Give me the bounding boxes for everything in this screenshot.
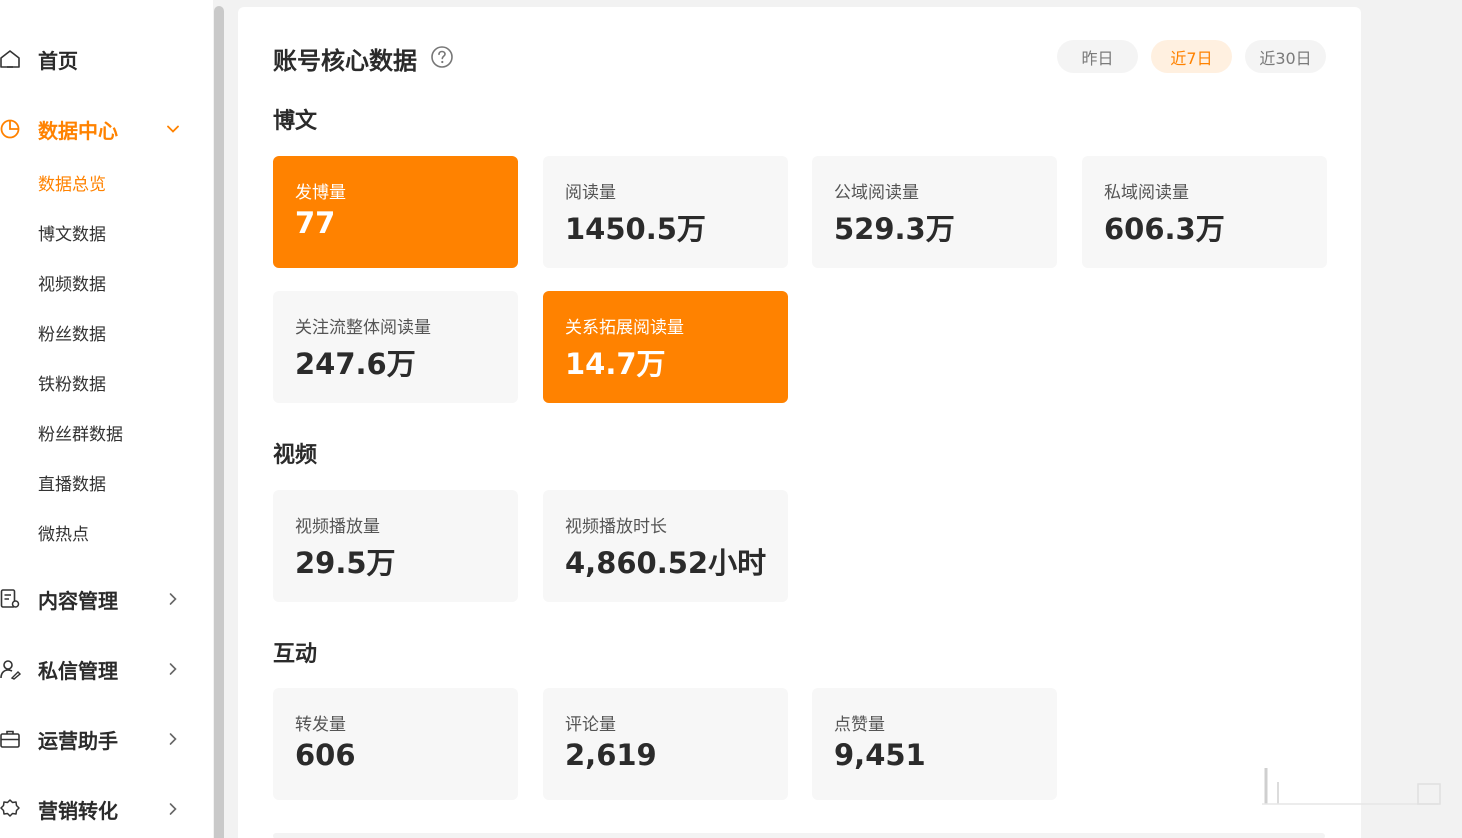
sidebar-item-label: 内容管理 (38, 588, 118, 613)
sidebar-subitem-fan-group-data[interactable]: 粉丝群数据 (38, 420, 123, 446)
sidebar-item-label: 首页 (38, 48, 78, 73)
chevron-right-icon[interactable] (164, 590, 182, 608)
stat-label: 私域阅读量 (1104, 183, 1189, 203)
page-title: 账号核心数据 (273, 47, 417, 75)
stat-card-reposts[interactable]: 转发量 606 (273, 688, 518, 800)
sidebar-subitem-iron-fans-data[interactable]: 铁粉数据 (38, 370, 106, 396)
stat-label: 关注流整体阅读量 (295, 318, 431, 338)
watermark-graphic (1238, 766, 1448, 816)
stat-card-private-read-count[interactable]: 私域阅读量 606.3万 (1082, 156, 1327, 268)
help-icon[interactable] (430, 45, 454, 69)
sidebar: 首页 数据中心 数据总览 博文数据 视频数据 粉丝数据 铁粉数据 粉丝群数据 直… (0, 0, 213, 838)
user-edit-icon (0, 657, 22, 681)
sidebar-item-operation-assistant[interactable]: 运营助手 (0, 717, 200, 761)
chevron-right-icon[interactable] (164, 730, 182, 748)
stat-card-video-plays[interactable]: 视频播放量 29.5万 (273, 490, 518, 602)
section-title-video: 视频 (273, 443, 318, 468)
stat-value: 2,619 (565, 738, 657, 772)
sidebar-item-data-center[interactable]: 数据中心 (0, 107, 200, 151)
range-7-days-button[interactable]: 近7日 (1151, 40, 1232, 73)
stat-label: 关系拓展阅读量 (565, 318, 684, 338)
stat-label: 点赞量 (834, 715, 885, 735)
stat-value: 247.6万 (295, 347, 416, 381)
sidebar-item-label: 运营助手 (38, 728, 118, 753)
sidebar-subitem-live-data[interactable]: 直播数据 (38, 470, 106, 496)
section-title-weibo: 博文 (273, 109, 318, 134)
sidebar-item-label: 私信管理 (38, 658, 118, 683)
sidebar-item-label: 营销转化 (38, 798, 118, 823)
stat-card-follow-feed-read-count[interactable]: 关注流整体阅读量 247.6万 (273, 291, 518, 403)
stat-card-post-count[interactable]: 发博量 77 (273, 156, 518, 268)
sidebar-item-message-management[interactable]: 私信管理 (0, 647, 200, 691)
stat-value: 4,860.52小时 (565, 546, 767, 580)
sidebar-subitem-fans-data[interactable]: 粉丝数据 (38, 320, 106, 346)
stat-card-public-read-count[interactable]: 公域阅读量 529.3万 (812, 156, 1057, 268)
sidebar-subitem-micro-hotspot[interactable]: 微热点 (38, 520, 89, 546)
stat-value: 1450.5万 (565, 212, 706, 246)
stat-card-read-count[interactable]: 阅读量 1450.5万 (543, 156, 788, 268)
sidebar-scrollbar[interactable] (214, 6, 224, 838)
chevron-down-icon[interactable] (164, 120, 182, 138)
stat-label: 视频播放时长 (565, 517, 667, 537)
stat-value: 14.7万 (565, 347, 666, 381)
stat-label: 转发量 (295, 715, 346, 735)
stat-value: 606 (295, 738, 356, 772)
stat-value: 529.3万 (834, 212, 955, 246)
briefcase-icon (0, 727, 22, 751)
stat-label: 公域阅读量 (834, 183, 919, 203)
sidebar-subitem-weibo-data[interactable]: 博文数据 (38, 220, 106, 246)
pie-chart-icon (0, 117, 22, 141)
section-divider (273, 833, 1325, 838)
stat-value: 9,451 (834, 738, 926, 772)
stat-card-relation-expand-read-count[interactable]: 关系拓展阅读量 14.7万 (543, 291, 788, 403)
sidebar-item-label: 数据中心 (38, 118, 118, 143)
sidebar-item-marketing-conversion[interactable]: 营销转化 (0, 787, 200, 831)
range-30-days-button[interactable]: 近30日 (1245, 40, 1326, 73)
stat-card-likes[interactable]: 点赞量 9,451 (812, 688, 1057, 800)
document-settings-icon (0, 587, 22, 611)
stat-value: 29.5万 (295, 546, 396, 580)
stat-value: 77 (295, 206, 336, 240)
chevron-right-icon[interactable] (164, 800, 182, 818)
section-title-interaction: 互动 (273, 642, 318, 667)
stat-label: 发博量 (295, 183, 346, 203)
gear-icon (0, 797, 22, 821)
stat-card-comments[interactable]: 评论量 2,619 (543, 688, 788, 800)
sidebar-subitem-overview[interactable]: 数据总览 (38, 170, 106, 196)
sidebar-item-content-management[interactable]: 内容管理 (0, 577, 200, 621)
sidebar-item-home[interactable]: 首页 (0, 37, 200, 81)
stat-value: 606.3万 (1104, 212, 1225, 246)
stat-label: 评论量 (565, 715, 616, 735)
range-yesterday-button[interactable]: 昨日 (1057, 40, 1138, 73)
chevron-right-icon[interactable] (164, 660, 182, 678)
stat-label: 视频播放量 (295, 517, 380, 537)
sidebar-subitem-video-data[interactable]: 视频数据 (38, 270, 106, 296)
stat-label: 阅读量 (565, 183, 616, 203)
stat-card-video-play-duration[interactable]: 视频播放时长 4,860.52小时 (543, 490, 788, 602)
main-panel: 账号核心数据 昨日 近7日 近30日 博文 发博量 77 阅读量 1450.5万… (238, 7, 1361, 838)
home-icon (0, 47, 22, 71)
